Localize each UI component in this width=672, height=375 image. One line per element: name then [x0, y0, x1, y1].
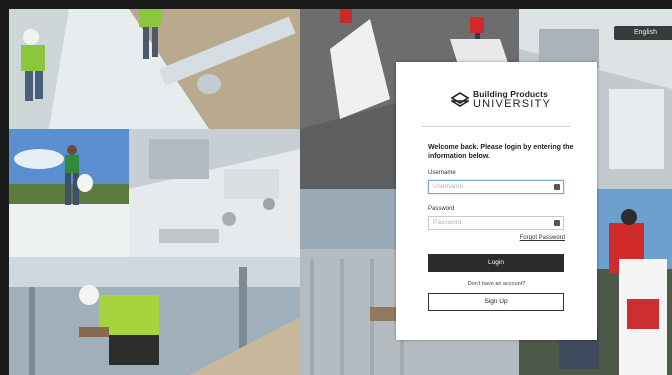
- login-card: Building Products UNIVERSITY Welcome bac…: [396, 62, 597, 340]
- signup-button[interactable]: Sign Up: [428, 293, 564, 311]
- brand-logo: Building Products UNIVERSITY: [451, 88, 550, 110]
- language-selector[interactable]: English: [614, 26, 672, 40]
- brand-name-line2: UNIVERSITY: [473, 98, 552, 110]
- photo-tile-spray: [9, 129, 129, 257]
- password-label: Password: [428, 206, 455, 212]
- username-input[interactable]: Username: [428, 180, 564, 194]
- photo-tile-rooftop-units: [129, 129, 300, 257]
- photo-spray-worker: [9, 129, 129, 257]
- photo-metal-worker: [9, 257, 300, 375]
- photo-tile-roller: [9, 9, 300, 129]
- username-label: Username: [428, 170, 456, 176]
- username-field-icon: [554, 184, 560, 190]
- no-account-text: Don't have an account?: [467, 281, 526, 287]
- login-button[interactable]: Login: [428, 254, 564, 272]
- photo-rooftop-units: [129, 129, 300, 257]
- password-field-icon: [554, 220, 560, 226]
- password-placeholder: Password: [433, 219, 462, 226]
- photo-tile-metal-install: [9, 257, 300, 375]
- password-input[interactable]: Password: [428, 216, 564, 230]
- forgot-password-link[interactable]: Forgot Password: [520, 235, 565, 241]
- header-divider: [422, 126, 570, 127]
- welcome-message: Welcome back. Please login by entering t…: [428, 144, 574, 160]
- brand-logo-icon: [451, 92, 469, 107]
- username-placeholder: Username: [433, 183, 463, 190]
- photo-roller-worker: [9, 9, 300, 129]
